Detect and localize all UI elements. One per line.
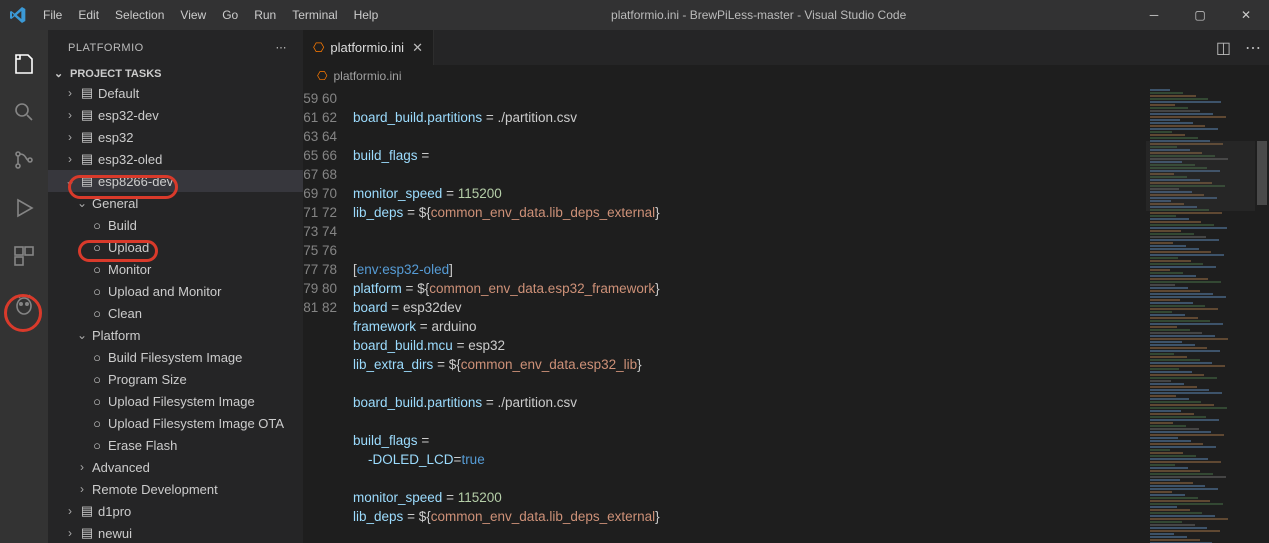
task-clean[interactable]: ○Clean [48,302,303,324]
explorer-icon[interactable] [0,40,48,88]
editor-tabs: ⎔ platformio.ini ✕ ◫ ⋯ [303,30,1269,65]
menu-view[interactable]: View [172,8,214,22]
circle-icon: ○ [88,218,106,233]
platformio-icon[interactable] [0,280,48,328]
env-newui[interactable]: ›▤newui [48,522,303,543]
menu-selection[interactable]: Selection [107,8,172,22]
env-esp32-dev[interactable]: ›▤esp32-dev [48,104,303,126]
run-debug-icon[interactable] [0,184,48,232]
editor: ⎔ platformio.ini ✕ ◫ ⋯ ⎔ platformio.ini … [303,30,1269,543]
source-text[interactable]: board_build.partitions = ./partition.csv… [353,87,1145,543]
vscode-logo [0,7,35,23]
circle-icon: ○ [88,416,106,431]
scrollbar-thumb[interactable] [1257,141,1267,205]
minimize-button[interactable]: ─ [1131,0,1177,30]
extensions-icon[interactable] [0,232,48,280]
code-area[interactable]: 59 60 61 62 63 64 65 66 67 68 69 70 71 7… [303,87,1269,543]
circle-icon: ○ [88,306,106,321]
menu-terminal[interactable]: Terminal [284,8,345,22]
circle-icon: ○ [88,350,106,365]
breadcrumb[interactable]: ⎔ platformio.ini [303,65,1269,87]
platformio-file-icon: ⎔ [317,69,327,83]
scrollbar[interactable] [1255,87,1269,543]
line-numbers: 59 60 61 62 63 64 65 66 67 68 69 70 71 7… [303,87,353,543]
circle-icon: ○ [88,240,106,255]
section-label: PROJECT TASKS [70,68,161,80]
menu-go[interactable]: Go [214,8,246,22]
env-d1pro[interactable]: ›▤d1pro [48,500,303,522]
task-upload-fs[interactable]: ○Upload Filesystem Image [48,390,303,412]
env-esp32-oled[interactable]: ›▤esp32-oled [48,148,303,170]
platformio-file-icon: ⎔ [313,40,324,56]
env-icon: ▤ [78,129,96,145]
task-upload-fs-ota[interactable]: ○Upload Filesystem Image OTA [48,412,303,434]
folder-remote[interactable]: ›Remote Development [48,478,303,500]
close-icon[interactable]: ✕ [412,40,423,56]
sidebar-title: PLATFORMIO [68,42,144,54]
folder-advanced[interactable]: ›Advanced [48,456,303,478]
circle-icon: ○ [88,394,106,409]
window-controls: ─ ▢ ✕ [1131,0,1269,30]
search-icon[interactable] [0,88,48,136]
circle-icon: ○ [88,284,106,299]
env-esp8266-dev[interactable]: ⌄▤esp8266-dev [48,170,303,192]
menu-run[interactable]: Run [246,8,284,22]
folder-general[interactable]: ⌄General [48,192,303,214]
task-program-size[interactable]: ○Program Size [48,368,303,390]
circle-icon: ○ [88,262,106,277]
env-icon: ▤ [78,85,96,101]
scm-icon[interactable] [0,136,48,184]
menu-help[interactable]: Help [346,8,387,22]
close-button[interactable]: ✕ [1223,0,1269,30]
maximize-button[interactable]: ▢ [1177,0,1223,30]
split-editor-icon[interactable]: ◫ [1216,38,1231,58]
activity-bar [0,30,48,543]
more-icon[interactable]: ⋯ [276,41,288,54]
env-icon: ▤ [78,173,96,189]
sidebar: PLATFORMIO ⋯ ⌄PROJECT TASKS ›▤Default ›▤… [48,30,303,543]
task-erase-flash[interactable]: ○Erase Flash [48,434,303,456]
env-icon: ▤ [78,503,96,519]
task-monitor[interactable]: ○Monitor [48,258,303,280]
circle-icon: ○ [88,438,106,453]
titlebar: File Edit Selection View Go Run Terminal… [0,0,1269,30]
minimap-viewport[interactable] [1146,141,1255,211]
env-icon: ▤ [78,151,96,167]
task-build-fs[interactable]: ○Build Filesystem Image [48,346,303,368]
menu-file[interactable]: File [35,8,70,22]
circle-icon: ○ [88,372,106,387]
menu-edit[interactable]: Edit [70,8,107,22]
task-upload[interactable]: ○Upload [48,236,303,258]
sidebar-header: PLATFORMIO ⋯ [48,30,303,65]
env-icon: ▤ [78,107,96,123]
more-actions-icon[interactable]: ⋯ [1245,38,1261,58]
env-esp32[interactable]: ›▤esp32 [48,126,303,148]
window-title: platformio.ini - BrewPiLess-master - Vis… [386,8,1131,22]
task-build[interactable]: ○Build [48,214,303,236]
task-tree: ›▤Default ›▤esp32-dev ›▤esp32 ›▤esp32-ol… [48,82,303,543]
env-default[interactable]: ›▤Default [48,82,303,104]
tab-label: platformio.ini [330,40,404,55]
menubar: File Edit Selection View Go Run Terminal… [35,8,386,22]
minimap[interactable] [1145,87,1255,543]
breadcrumb-file: platformio.ini [333,69,401,83]
env-icon: ▤ [78,525,96,541]
tab-platformio-ini[interactable]: ⎔ platformio.ini ✕ [303,30,434,65]
folder-platform[interactable]: ⌄Platform [48,324,303,346]
project-tasks-section[interactable]: ⌄PROJECT TASKS [48,65,303,82]
task-upload-monitor[interactable]: ○Upload and Monitor [48,280,303,302]
